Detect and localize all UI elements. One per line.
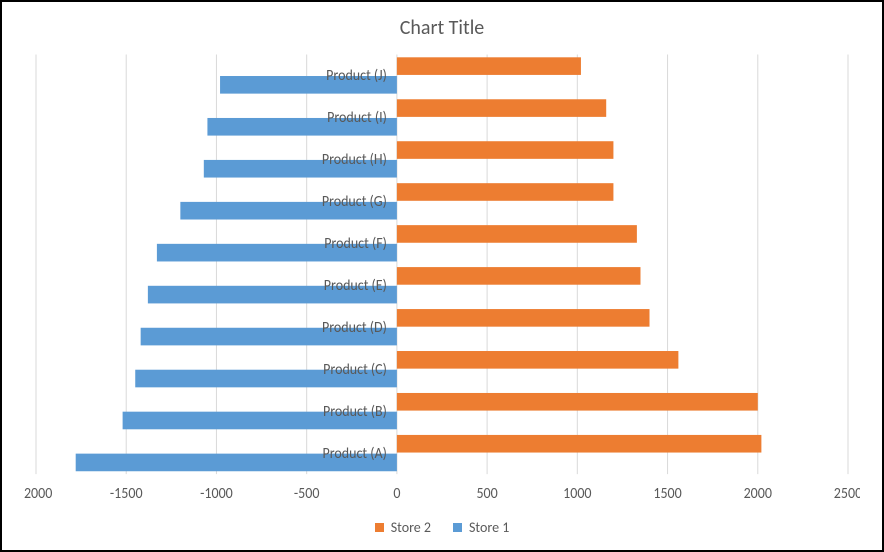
svg-text:-1000: -1000 [200, 483, 233, 502]
bar-store2-7 [397, 141, 614, 159]
svg-text:500: 500 [476, 483, 498, 502]
category-label-1: Product (B) [323, 401, 387, 420]
svg-text:1000: 1000 [563, 483, 592, 502]
legend-swatch-store1 [453, 523, 462, 532]
svg-text:0: 0 [393, 483, 401, 502]
chart-svg: -2000 -1500 -1000 -500 0 500 1000 1500 2000 2500 P… [24, 48, 860, 513]
svg-text:1500: 1500 [653, 483, 682, 502]
bar-store2-8 [397, 99, 606, 117]
bar-store2-6 [397, 183, 614, 201]
legend-item-store2: Store 2 [375, 519, 431, 536]
category-label-0: Product (A) [323, 443, 387, 462]
bar-store2-4 [397, 267, 641, 285]
svg-text:-500: -500 [294, 483, 320, 502]
bar-store2-5 [397, 225, 637, 243]
chart-frame: Chart Title -2000 -1500 -1000 -500 0 500 1000 1… [0, 0, 884, 552]
bar-store2-2 [397, 351, 678, 369]
legend-label-store2: Store 2 [391, 519, 431, 536]
svg-text:2000: 2000 [744, 483, 773, 502]
category-label-5: Product (F) [324, 233, 387, 252]
category-label-8: Product (I) [327, 108, 387, 127]
category-label-3: Product (D) [322, 317, 387, 336]
bar-store2-3 [397, 309, 650, 327]
legend-swatch-store2 [375, 523, 384, 532]
svg-text:-1500: -1500 [110, 483, 143, 502]
bar-store2-0 [397, 435, 761, 453]
legend-label-store1: Store 1 [469, 519, 509, 536]
legend-item-store1: Store 1 [453, 519, 509, 536]
chart-title: Chart Title [24, 16, 860, 40]
svg-text:2500: 2500 [834, 483, 860, 502]
category-label-2: Product (C) [323, 359, 387, 378]
plot-area: -2000 -1500 -1000 -500 0 500 1000 1500 2000 2500 P… [24, 48, 860, 513]
category-label-9: Product (J) [326, 66, 387, 85]
category-label-4: Product (E) [324, 275, 387, 294]
svg-text:-2000: -2000 [24, 483, 53, 502]
bar-store2-1 [397, 393, 758, 411]
legend: Store 2 Store 1 [24, 513, 860, 538]
category-label-6: Product (G) [322, 192, 387, 211]
bar-store2-9 [397, 57, 581, 75]
category-label-7: Product (H) [322, 150, 387, 169]
